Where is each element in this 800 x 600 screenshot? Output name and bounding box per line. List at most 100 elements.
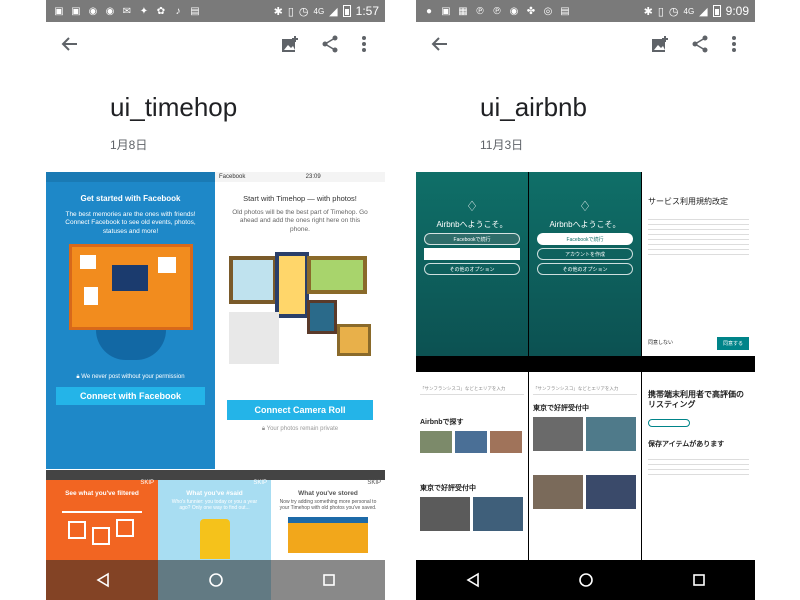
- line-icon: ◉: [105, 5, 115, 17]
- other-options-button[interactable]: その他のオプション: [537, 263, 633, 275]
- thumb-title: See what you've filtered: [65, 490, 139, 497]
- album-date: 1月8日: [110, 138, 148, 152]
- share-icon[interactable]: [688, 32, 712, 56]
- listing-image[interactable]: [473, 497, 523, 531]
- connect-camera-roll-button[interactable]: Connect Camera Roll: [227, 400, 373, 421]
- mini-status-bar: [271, 470, 385, 480]
- back-arrow-icon[interactable]: [58, 32, 82, 56]
- lock-icon: 🔒︎: [76, 374, 80, 381]
- back-arrow-icon[interactable]: [428, 32, 452, 56]
- thumb-title: Start with Timehop — with photos!: [243, 194, 357, 203]
- listing-image[interactable]: [420, 431, 452, 453]
- network-type: 4G: [683, 6, 695, 16]
- more-vert-icon[interactable]: [722, 32, 746, 56]
- mail-icon: ✉: [122, 5, 132, 17]
- listing-image[interactable]: [490, 431, 522, 453]
- listing-image[interactable]: [586, 475, 636, 509]
- mini-app-label: Facebook: [219, 174, 246, 180]
- status-right: ✱ ▯ ◷ 4G ◢ 1:57: [274, 4, 379, 18]
- saved-feature-text: [648, 455, 749, 478]
- listing-image[interactable]: [533, 475, 583, 509]
- notification-icons: ▣ ▣ ◉ ◉ ✉ ✦ ✿ ♪ ▤: [52, 5, 202, 17]
- create-account-button[interactable]: アカウントを作成: [537, 248, 633, 260]
- alarm-icon: ◷: [668, 5, 679, 18]
- connect-facebook-button[interactable]: Connect with Facebook: [56, 387, 205, 406]
- welcome-text: Airbnbへようこそ。: [549, 220, 621, 229]
- pinterest-icon: ℗: [476, 5, 484, 17]
- photo-thumbnail[interactable]: Get started with Facebook The best memor…: [46, 172, 215, 469]
- thumb-title: Get started with Facebook: [80, 194, 181, 203]
- mini-nav-bar: [416, 356, 528, 370]
- mini-time: 23:09: [305, 174, 321, 180]
- app-icon: ✿: [156, 5, 166, 17]
- skip-label: SKIP: [367, 480, 381, 486]
- airbnb-logo-icon: ♢: [578, 198, 592, 214]
- photo-thumbnail[interactable]: ♢ Airbnbへようこそ。 Facebookで続行 その他のオプション: [416, 172, 528, 370]
- more-vert-icon[interactable]: [352, 32, 376, 56]
- section-title: Airbnbで探す: [420, 419, 464, 426]
- privacy-text: We never post without your permission: [81, 374, 185, 381]
- photo-thumbnail[interactable]: サービス利用規約改定 同意しない 同意する: [642, 172, 755, 370]
- terms-text: [648, 215, 749, 255]
- nav-back-icon[interactable]: [461, 568, 485, 592]
- add-photo-icon[interactable]: [648, 32, 672, 56]
- lock-icon: 🔒︎: [261, 426, 266, 433]
- nav-home-icon[interactable]: [574, 568, 598, 592]
- nav-home-icon[interactable]: [204, 568, 228, 592]
- agree-button[interactable]: 同意する: [716, 337, 749, 350]
- search-input[interactable]: 「サンフランシスコ」などとエリアを入力: [420, 386, 524, 395]
- status-bar: ▣ ▣ ◉ ◉ ✉ ✦ ✿ ♪ ▤ ✱ ▯ ◷ 4G ◢ 1:57: [46, 0, 385, 22]
- photo-thumbnail[interactable]: ♢ Airbnbへようこそ。 Facebookで続行 アカウントを作成 その他の…: [529, 172, 641, 370]
- photo-thumbnail[interactable]: 「サンフランシスコ」などとエリアを入力 東京で好評受付中: [529, 372, 641, 560]
- other-options-button[interactable]: その他のオプション: [424, 263, 520, 275]
- welcome-text: Airbnbへようこそ。: [436, 220, 508, 229]
- phone-screen-timehop: ▣ ▣ ◉ ◉ ✉ ✦ ✿ ♪ ▤ ✱ ▯ ◷ 4G ◢ 1:57 ui_tim…: [46, 0, 385, 600]
- navigation-bar: [46, 560, 385, 600]
- listing-image[interactable]: [586, 417, 636, 451]
- photo-thumbnail[interactable]: 携帯端末利用者で高評価のリスティング 保存アイテムがあります: [642, 372, 755, 560]
- toolbar: [416, 22, 755, 66]
- listing-image[interactable]: [455, 431, 487, 453]
- photo-thumbnail[interactable]: Facebook 23:09 Start with Timehop — with…: [215, 172, 385, 469]
- thumb-title: What you've #said: [186, 490, 243, 497]
- facebook-continue-button[interactable]: Facebookで続行: [424, 233, 520, 245]
- vibrate-icon: ▯: [287, 5, 294, 18]
- filter-chip[interactable]: [648, 419, 690, 428]
- search-input[interactable]: 「サンフランシスコ」などとエリアを入力: [533, 386, 637, 395]
- skip-label: SKIP: [140, 480, 154, 486]
- photo-grid: Get started with Facebook The best memor…: [46, 172, 385, 600]
- app-icon: ♪: [175, 5, 181, 17]
- status-bar: ● ▣ ▦ ℗ ℗ ◉ ✤ ◎ ▤ ✱ ▯ ◷ 4G ◢ 9:09: [416, 0, 755, 22]
- status-time: 1:57: [355, 4, 379, 18]
- bluetooth-icon: ✱: [273, 5, 283, 18]
- nav-back-icon[interactable]: [91, 568, 115, 592]
- privacy-text: Your photos remain private: [266, 426, 339, 433]
- airbnb-logo-icon: ♢: [465, 198, 479, 214]
- illustration-stand: [95, 330, 166, 361]
- thumb-body: Now try adding something more personal t…: [279, 499, 377, 511]
- email-field[interactable]: [424, 248, 520, 260]
- add-photo-icon[interactable]: [278, 32, 302, 56]
- share-icon[interactable]: [318, 32, 342, 56]
- nav-recents-icon[interactable]: [317, 568, 341, 592]
- listing-image[interactable]: [533, 417, 583, 451]
- photo-thumbnail[interactable]: 「サンフランシスコ」などとエリアを入力 Airbnbで探す 東京で好評受付中: [416, 372, 528, 560]
- facebook-continue-button[interactable]: Facebookで続行: [537, 233, 633, 245]
- decline-button[interactable]: 同意しない: [648, 339, 673, 346]
- privacy-note: 🔒︎ We never post without your permission: [46, 374, 215, 381]
- mini-status-bar: [46, 172, 215, 182]
- battery-icon: [712, 5, 721, 17]
- status-right: ✱ ▯ ◷ 4G ◢ 9:09: [644, 4, 749, 18]
- listing-row: [533, 417, 637, 451]
- listing-row: [420, 497, 524, 531]
- signal-icon: ◢: [699, 5, 708, 18]
- notification-icon: ▣: [71, 5, 81, 17]
- notification-icons: ● ▣ ▦ ℗ ℗ ◉ ✤ ◎ ▤: [422, 5, 572, 17]
- thumb-body: The best memories are the ones with frie…: [65, 211, 196, 235]
- line-icon: ◉: [88, 5, 98, 17]
- toolbar: [46, 22, 385, 66]
- nav-recents-icon[interactable]: [687, 568, 711, 592]
- battery-icon: [342, 5, 351, 17]
- listing-image[interactable]: [420, 497, 470, 531]
- notification-icon: ▣: [54, 5, 64, 17]
